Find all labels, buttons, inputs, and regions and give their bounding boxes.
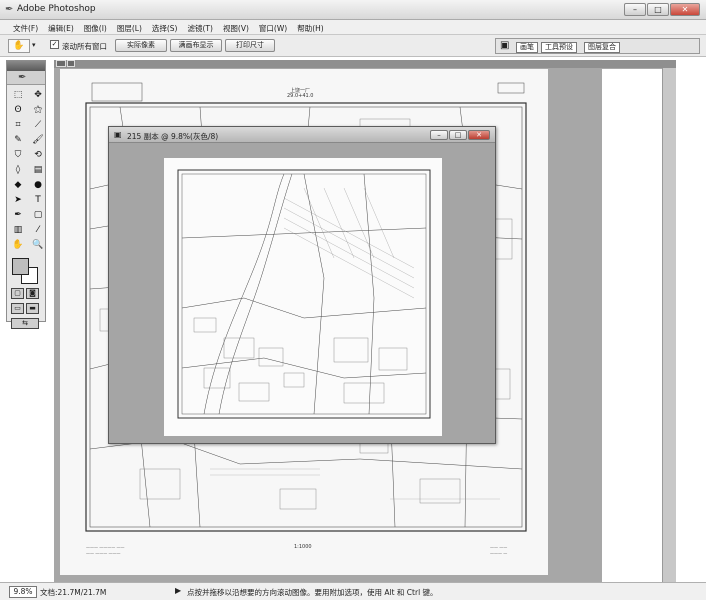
svg-text:——— —: ——— —	[490, 551, 507, 556]
toolbox-header[interactable]	[7, 61, 45, 71]
blur-tool-icon[interactable]: ◆	[9, 178, 27, 192]
menu-select[interactable]: 选择(S)	[147, 20, 183, 34]
toolbox: ✒ ⬚ ✥ ʘ ⚝ ⌗ ⟋ ✎ 🖌 ⛉ ⟲ ◊ ▤ ◆ ● ➤ T ✒ ▢ ▥ …	[6, 60, 47, 329]
floating-document-title: 215 副本 @ 9.8%(灰色/8)	[127, 132, 219, 141]
type-tool-icon[interactable]: T	[29, 193, 47, 207]
zoom-level-field[interactable]: 9.8%	[9, 586, 37, 598]
floating-map-canvas[interactable]	[164, 158, 442, 436]
title-bar: ✒ Adobe Photoshop – □ ✕	[0, 0, 706, 20]
window-title: Adobe Photoshop	[17, 4, 96, 14]
gradient-tool-icon[interactable]: ▤	[29, 163, 47, 177]
slice-tool-icon[interactable]: ⟋	[29, 118, 47, 132]
color-swatches	[7, 256, 45, 286]
screen-mode-standard-icon[interactable]: ▭	[11, 303, 24, 314]
doc-maximize-button[interactable]: □	[449, 130, 467, 140]
doc-minimize-button[interactable]: –	[430, 130, 448, 140]
menu-bar: 文件(F) 编辑(E) 图像(I) 图层(L) 选择(S) 滤镜(T) 视图(V…	[0, 20, 706, 35]
foreground-color-swatch[interactable]	[12, 258, 29, 275]
move-tool-icon[interactable]: ✥	[29, 88, 47, 102]
healing-brush-tool-icon[interactable]: ✎	[9, 133, 27, 147]
status-bar: 9.8% 文档:21.7M/21.7M ▶ 点按并拖移以沿想要的方向滚动图像。要…	[0, 582, 706, 600]
floating-document-titlebar[interactable]: ▣ 215 副本 @ 9.8%(灰色/8) – □ ✕	[109, 127, 495, 143]
doc-close-button[interactable]: ✕	[468, 130, 490, 140]
dodge-tool-icon[interactable]: ●	[29, 178, 47, 192]
feather-icon: ✒	[18, 72, 27, 83]
photoshop-feather-icon: ✒	[5, 4, 14, 15]
notes-tool-icon[interactable]: ▥	[9, 223, 27, 237]
menu-edit[interactable]: 编辑(E)	[43, 20, 79, 34]
menu-help[interactable]: 帮助(H)	[292, 20, 329, 34]
screen-mode-full-menu-icon[interactable]: ▬	[26, 303, 39, 314]
eyedropper-tool-icon[interactable]: ⁄	[29, 223, 47, 237]
pen-tool-icon[interactable]: ✒	[9, 208, 27, 222]
marquee-tool-icon[interactable]: ⬚	[9, 88, 27, 102]
zoom-tool-icon[interactable]: 🔍	[29, 238, 47, 252]
svg-text:——— ———— ——: ——— ———— ——	[86, 545, 125, 550]
options-bar: ✋ ▾ ✓ 滚动所有窗口 实际像素 满画布显示 打印尺寸 ▣ 画笔 工具预设 图…	[0, 35, 706, 57]
floating-map-drawing	[177, 169, 431, 419]
document-icon[interactable]	[56, 60, 66, 67]
menu-layer[interactable]: 图层(L)	[112, 20, 147, 34]
menu-view[interactable]: 视图(V)	[218, 20, 254, 34]
document-menu-icon[interactable]	[67, 60, 75, 67]
history-brush-tool-icon[interactable]: ⟲	[29, 148, 47, 162]
menu-image[interactable]: 图像(I)	[79, 20, 112, 34]
status-menu-arrow-icon[interactable]: ▶	[175, 586, 181, 595]
clone-stamp-tool-icon[interactable]: ⛉	[9, 148, 27, 162]
hand-icon[interactable]: ✋	[8, 39, 30, 53]
document-size-info[interactable]: 文档:21.7M/21.7M	[40, 587, 106, 598]
tab-layer-comps[interactable]: 图层复合	[584, 42, 620, 53]
fit-screen-button[interactable]: 满画布显示	[170, 39, 222, 52]
toolbox-logo[interactable]: ✒	[7, 71, 45, 85]
scroll-all-windows-checkbox[interactable]: ✓	[50, 40, 59, 49]
tab-brushes[interactable]: 画笔	[516, 42, 538, 53]
quick-mask-mode-icon[interactable]: ◙	[26, 288, 39, 299]
shape-tool-icon[interactable]: ▢	[29, 208, 47, 222]
vertical-scrollbar[interactable]	[662, 68, 676, 582]
panel-well: ▣ 画笔 工具预设 图层复合	[495, 38, 700, 54]
magic-wand-tool-icon[interactable]: ⚝	[29, 103, 47, 117]
status-hint-text: 点按并拖移以沿想要的方向滚动图像。要用附加选项，使用 Alt 和 Ctrl 键。	[187, 588, 438, 597]
eraser-tool-icon[interactable]: ◊	[9, 163, 27, 177]
menu-window[interactable]: 窗口(W)	[254, 20, 292, 34]
menu-file[interactable]: 文件(F)	[8, 20, 43, 34]
standard-mode-icon[interactable]: ▢	[11, 288, 24, 299]
brush-tool-icon[interactable]: 🖌	[29, 133, 47, 147]
crop-tool-icon[interactable]: ⌗	[9, 118, 27, 132]
path-selection-tool-icon[interactable]: ➤	[9, 193, 27, 207]
svg-text:—— ——— ———: —— ——— ———	[86, 551, 121, 556]
floating-document-window: ▣ 215 副本 @ 9.8%(灰色/8) – □ ✕	[108, 126, 496, 444]
tool-preset-dropdown-icon[interactable]: ▾	[32, 41, 36, 49]
tab-tool-presets[interactable]: 工具预设	[541, 42, 577, 53]
svg-text:—— ——: —— ——	[490, 545, 507, 550]
actual-pixels-button[interactable]: 实际像素	[115, 39, 167, 52]
minimize-button[interactable]: –	[624, 3, 646, 16]
print-size-button[interactable]: 打印尺寸	[225, 39, 275, 52]
document-icon: ▣	[114, 130, 122, 139]
canvas-pasteboard	[602, 69, 662, 582]
hand-tool-icon[interactable]: ✋	[9, 238, 27, 252]
jump-to-imageready-icon[interactable]: ⇆	[11, 318, 39, 329]
lasso-tool-icon[interactable]: ʘ	[9, 103, 27, 117]
maximize-button[interactable]: □	[647, 3, 669, 16]
close-button[interactable]: ✕	[670, 3, 700, 16]
menu-filter[interactable]: 滤镜(T)	[183, 20, 218, 34]
document-header	[54, 60, 676, 68]
file-browser-icon[interactable]: ▣	[500, 40, 509, 51]
scroll-all-windows-label: 滚动所有窗口	[62, 42, 107, 51]
